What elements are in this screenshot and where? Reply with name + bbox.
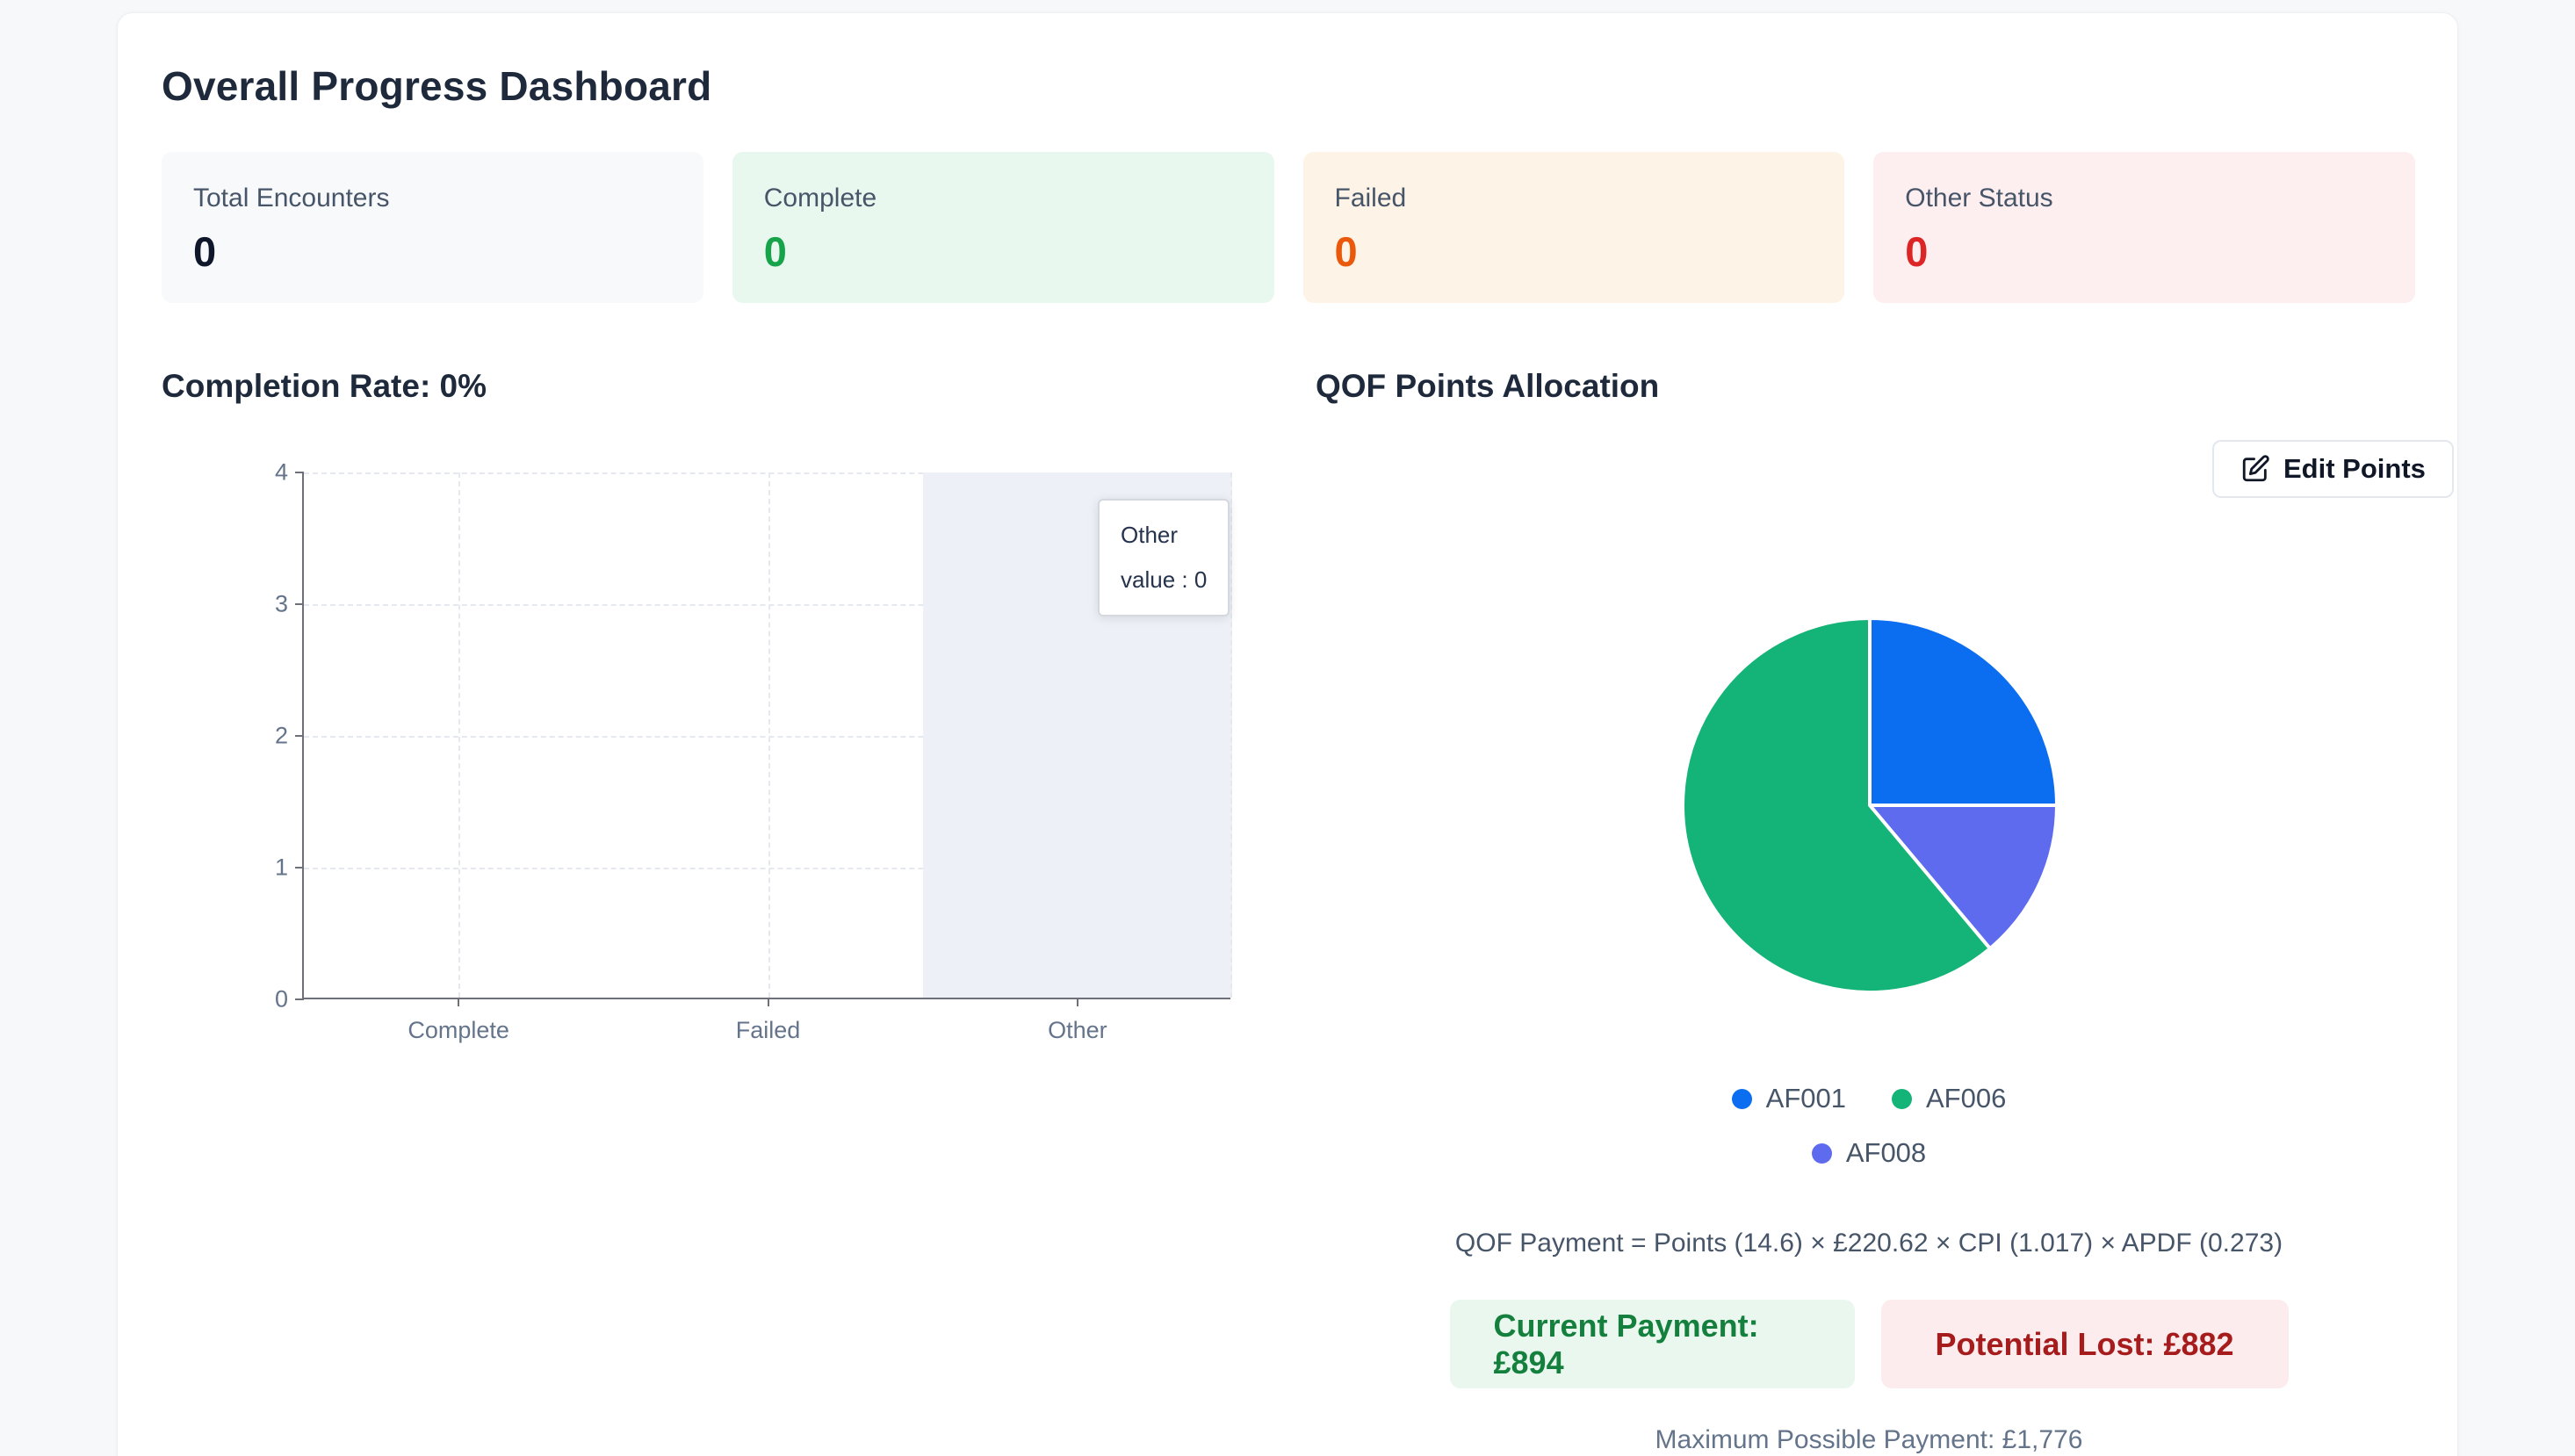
dashboard-card: Overall Progress Dashboard Total Encount… bbox=[117, 12, 2458, 1456]
gridline bbox=[458, 472, 461, 998]
qof-formula-text: QOF Payment = Points (14.6) × £220.62 × … bbox=[1454, 1229, 2283, 1258]
max-payment-note: Maximum Possible Payment: £1,776 bbox=[1655, 1425, 2083, 1454]
edit-points-button[interactable]: Edit Points bbox=[2212, 440, 2454, 498]
legend-item-AF006[interactable]: AF006 bbox=[1892, 1083, 2006, 1114]
x-axis-tick bbox=[1076, 998, 1078, 1006]
pie-slice-AF001[interactable] bbox=[1868, 616, 2059, 807]
legend-dot-icon bbox=[1731, 1088, 1752, 1109]
legend-dot-icon bbox=[1892, 1088, 1912, 1109]
page-title: Overall Progress Dashboard bbox=[162, 63, 712, 109]
legend-row: AF008 bbox=[1811, 1137, 1927, 1169]
y-axis-label: 3 bbox=[274, 590, 288, 617]
y-axis-label: 4 bbox=[274, 458, 288, 486]
y-axis-label: 2 bbox=[274, 722, 288, 749]
y-axis-tick bbox=[295, 867, 304, 869]
stat-card-other-status: Other Status 0 bbox=[1873, 152, 2415, 303]
stat-value: 0 bbox=[763, 228, 787, 275]
y-axis-label: 0 bbox=[274, 985, 288, 1013]
x-axis-category-label: Failed bbox=[735, 1017, 801, 1043]
gridline bbox=[768, 472, 770, 998]
potential-lost-label: Potential Lost: £882 bbox=[1935, 1325, 2234, 1362]
stat-label: Complete bbox=[763, 184, 877, 213]
x-axis-tick bbox=[458, 998, 460, 1006]
potential-lost-card: Potential Lost: £882 bbox=[1880, 1300, 2289, 1388]
bar-tooltip-value: value : 0 bbox=[1121, 566, 1208, 593]
legend-label: AF006 bbox=[1926, 1083, 2007, 1114]
stats-row: Total Encounters 0 Complete 0 Failed 0 O… bbox=[162, 152, 2415, 303]
pie-legend: AF001 AF006 AF008 bbox=[1316, 1083, 2422, 1169]
stat-card-complete: Complete 0 bbox=[732, 152, 1274, 303]
stat-card-failed: Failed 0 bbox=[1302, 152, 1845, 303]
legend-item-AF001[interactable]: AF001 bbox=[1731, 1083, 1846, 1114]
qof-points-heading: QOF Points Allocation bbox=[1316, 368, 1660, 404]
legend-row: AF001 AF006 bbox=[1731, 1083, 2006, 1114]
stat-value: 0 bbox=[1905, 228, 1929, 275]
stat-label: Other Status bbox=[1905, 184, 2053, 213]
qof-pie-chart[interactable] bbox=[1650, 586, 2089, 1025]
stat-value: 0 bbox=[1334, 228, 1358, 275]
y-axis-tick bbox=[295, 998, 304, 1000]
legend-item-AF008[interactable]: AF008 bbox=[1811, 1137, 1927, 1169]
x-axis-tick bbox=[767, 998, 769, 1006]
y-axis-tick bbox=[295, 735, 304, 737]
y-axis-label: 1 bbox=[274, 854, 288, 881]
gridline bbox=[1230, 472, 1232, 998]
y-axis-tick bbox=[295, 603, 304, 605]
bar-tooltip: Other value : 0 bbox=[1098, 499, 1230, 616]
legend-label: AF008 bbox=[1845, 1137, 1927, 1168]
pencil-square-icon bbox=[2242, 455, 2269, 482]
legend-label: AF001 bbox=[1765, 1083, 1846, 1114]
legend-dot-icon bbox=[1811, 1142, 1832, 1164]
completion-bar-chart[interactable]: 0 1 2 3 4 Complete Failed Other Other value : 0 bbox=[275, 459, 1232, 1043]
edit-points-label: Edit Points bbox=[2283, 453, 2426, 484]
payment-summary-row: Current Payment: £894 Potential Lost: £8… bbox=[1316, 1300, 2422, 1388]
bar-tooltip-series: Other bbox=[1121, 522, 1179, 548]
stat-label: Failed bbox=[1334, 184, 1407, 213]
stat-value: 0 bbox=[193, 228, 217, 275]
current-payment-label: Current Payment: £894 bbox=[1493, 1307, 1759, 1380]
x-axis-category-label: Other bbox=[1048, 1017, 1107, 1043]
x-axis-category-label: Complete bbox=[408, 1017, 509, 1043]
stat-card-total-encounters: Total Encounters 0 bbox=[162, 152, 703, 303]
stat-label: Total Encounters bbox=[193, 184, 390, 213]
completion-rate-heading: Completion Rate: 0% bbox=[162, 368, 487, 404]
current-payment-card: Current Payment: £894 bbox=[1449, 1300, 1855, 1388]
y-axis-tick bbox=[295, 472, 304, 473]
